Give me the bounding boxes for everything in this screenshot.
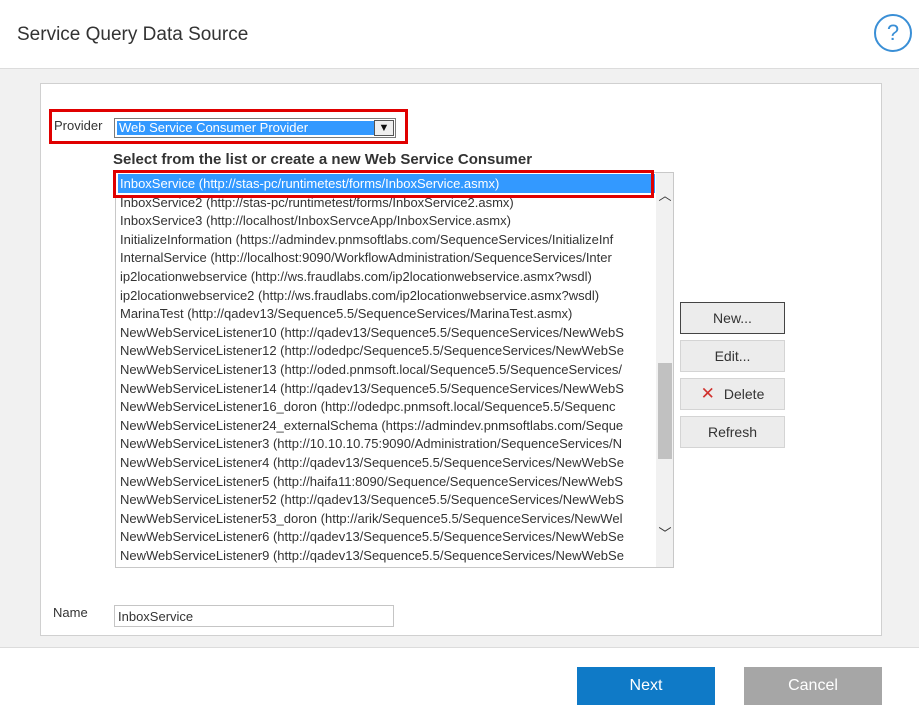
list-item[interactable]: NewWebServiceListener14 (http://qadev13/…	[118, 379, 655, 398]
list-heading: Select from the list or create a new Web…	[113, 151, 533, 168]
scroll-thumb[interactable]	[658, 363, 672, 459]
provider-label: Provider	[54, 118, 103, 133]
list-item[interactable]: NewWebServiceListener12 (http://odedpc/S…	[118, 341, 655, 360]
list-item[interactable]: InboxService2 (http://stas-pc/runtimetes…	[118, 193, 655, 212]
service-listbox[interactable]: InboxService (http://stas-pc/runtimetest…	[115, 172, 674, 568]
list-item[interactable]: MarinaTest (http://qadev13/Sequence5.5/S…	[118, 304, 655, 323]
list-item[interactable]: InternalService (http://localhost:9090/W…	[118, 248, 655, 267]
provider-selected-value: Web Service Consumer Provider	[117, 121, 374, 135]
cancel-button[interactable]: Cancel	[744, 667, 882, 705]
list-scrollbar[interactable]: ︿ ﹀	[656, 173, 673, 567]
chevron-down-icon[interactable]: ▼	[374, 120, 394, 136]
list-item[interactable]: NewWebServiceListener9 (http://qadev13/S…	[118, 546, 655, 565]
next-button[interactable]: Next	[577, 667, 715, 705]
list-item[interactable]: NewWebServiceListener16_doron (http://od…	[118, 397, 655, 416]
provider-dropdown[interactable]: Web Service Consumer Provider ▼	[114, 118, 396, 138]
dialog-footer: Next Cancel	[0, 647, 919, 715]
list-item[interactable]: NewWebServiceListener4 (http://qadev13/S…	[118, 453, 655, 472]
list-item[interactable]: NewWebServiceListener24_externalSchema (…	[118, 416, 655, 435]
dialog-header: Service Query Data Source ?	[0, 0, 919, 69]
dialog-title: Service Query Data Source	[17, 24, 249, 45]
form-panel: Provider Web Service Consumer Provider ▼…	[40, 83, 882, 636]
delete-button[interactable]: ✕ Delete	[680, 378, 785, 410]
list-item[interactable]: ip2locationwebservice (http://ws.fraudla…	[118, 267, 655, 286]
list-item[interactable]: ip2locationwebservice2 (http://ws.fraudl…	[118, 286, 655, 305]
list-item[interactable]: InitializeInformation (https://admindev.…	[118, 230, 655, 249]
refresh-button[interactable]: Refresh	[680, 416, 785, 448]
name-label: Name	[53, 605, 88, 620]
list-item[interactable]: InboxService3 (http://localhost/InboxSer…	[118, 211, 655, 230]
name-input[interactable]	[114, 605, 394, 627]
delete-button-label: Delete	[723, 386, 765, 402]
list-item[interactable]: InboxService (http://stas-pc/runtimetest…	[118, 174, 655, 193]
list-item[interactable]: NewWebServiceListener53_doron (http://ar…	[118, 509, 655, 528]
scroll-up-icon[interactable]: ︿	[656, 187, 673, 205]
dialog-body: Provider Web Service Consumer Provider ▼…	[0, 69, 919, 647]
list-item[interactable]: NewWebServiceListener10 (http://qadev13/…	[118, 323, 655, 342]
new-button[interactable]: New...	[680, 302, 785, 334]
help-icon[interactable]: ?	[874, 14, 912, 52]
list-item[interactable]: NewWebServiceListener5 (http://haifa11:8…	[118, 472, 655, 491]
scroll-down-icon[interactable]: ﹀	[656, 525, 673, 543]
edit-button[interactable]: Edit...	[680, 340, 785, 372]
list-item[interactable]: NewWebServiceListener13 (http://oded.pnm…	[118, 360, 655, 379]
list-item[interactable]: NewWebServiceListener6 (http://qadev13/S…	[118, 527, 655, 546]
list-item[interactable]: NewWebServiceListener3 (http://10.10.10.…	[118, 434, 655, 453]
close-icon: ✕	[700, 384, 715, 403]
list-item[interactable]: NewWebServiceListener52 (http://qadev13/…	[118, 490, 655, 509]
